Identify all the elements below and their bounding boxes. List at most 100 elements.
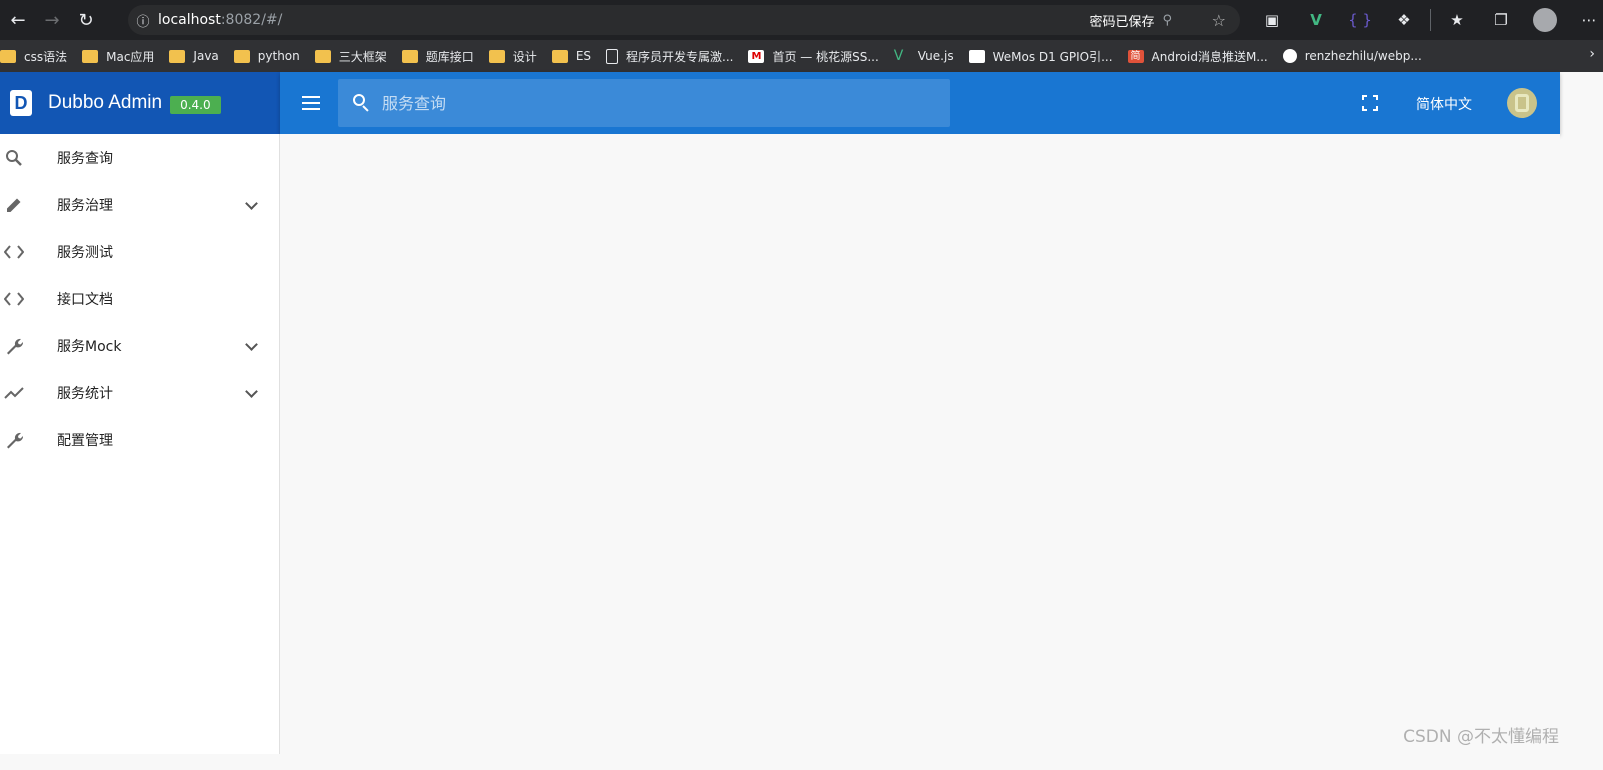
forward-icon[interactable]: → [36, 4, 68, 36]
bookmark-label: css语法 [24, 49, 68, 64]
sidebar-item-label: 接口文档 [57, 291, 113, 308]
bookmark-label: 设计 [512, 49, 537, 64]
bookmark-item[interactable]: 简 Android消息推送M... [1127, 44, 1268, 68]
search-box[interactable] [338, 79, 950, 127]
trending-icon [4, 383, 24, 403]
collections-icon[interactable]: ❐ [1479, 0, 1523, 40]
watermark: CSDN @不太懂编程 [1403, 727, 1559, 747]
bookmark-label: Vue.js [917, 49, 954, 63]
add-favorite-icon[interactable]: ☆ [1212, 11, 1226, 30]
vue-devtools-icon[interactable]: V [1294, 0, 1338, 40]
url-path: :8082/#/ [220, 12, 283, 28]
sidebar-item-service-test[interactable]: 服务测试 [0, 228, 279, 275]
bookmark-label: 题库接口 [425, 49, 474, 64]
sidebar-item-label: 服务查询 [57, 150, 113, 167]
bookmark-label: 首页 — 桃花源SS... [772, 49, 879, 64]
bookmark-label: python [257, 49, 300, 63]
chevron-down-icon[interactable] [245, 387, 257, 399]
bookmark-label: 三大框架 [338, 49, 387, 64]
bookmark-item[interactable]: WeMos D1 GPIO引... [968, 44, 1113, 68]
code-icon [4, 289, 24, 309]
chevron-right-icon[interactable]: › [1589, 46, 1595, 62]
bookmark-item[interactable]: python [233, 44, 300, 68]
sidebar-item-api-docs[interactable]: 接口文档 [0, 275, 279, 322]
extensions-bar: ▣ V { } ❖ ★ ❐ ⋯ [1250, 0, 1603, 40]
bookmark-item[interactable]: 设计 [488, 44, 537, 68]
bookmark-label: renzhezhilu/webp... [1304, 49, 1422, 63]
bookmark-label: Java [193, 49, 219, 63]
folder-icon [488, 49, 505, 63]
bookmarks-bar: css语法 Mac应用 Java python 三大框架 题库接口 设计 ES … [0, 40, 1603, 72]
address-bar[interactable]: ⓘ localhost :8082/#/ 密码已保存 ⚲ ☆ [128, 5, 1240, 35]
language-selector[interactable]: 简体中文 [1416, 94, 1472, 114]
main-content [280, 134, 1560, 754]
pencil-icon [4, 195, 24, 215]
page-icon [606, 48, 619, 64]
bookmark-item[interactable]: Mac应用 [82, 44, 154, 68]
chevron-down-icon[interactable] [245, 340, 257, 352]
fullscreen-icon[interactable] [1362, 95, 1378, 111]
bookmark-item[interactable]: 题库接口 [401, 44, 474, 68]
sidebar-item-label: 服务治理 [57, 197, 113, 214]
more-menu-icon[interactable]: ⋯ [1567, 0, 1603, 40]
extension-icon-1[interactable]: ▣ [1250, 0, 1294, 40]
sidebar-item-service-query[interactable]: 服务查询 [0, 134, 279, 181]
search-input[interactable] [382, 93, 922, 113]
folder-icon [82, 49, 99, 63]
back-icon[interactable]: ← [2, 4, 34, 36]
search-icon [4, 148, 24, 168]
folder-icon [169, 49, 186, 63]
github-icon [1282, 49, 1297, 63]
app-title: Dubbo Admin [48, 92, 163, 113]
password-saved-indicator[interactable]: 密码已保存 ⚲ [1089, 11, 1172, 30]
bookmark-label: Android消息推送M... [1151, 49, 1268, 64]
bookmark-item[interactable]: M 首页 — 桃花源SS... [748, 44, 879, 68]
bookmark-item[interactable]: Java [169, 44, 219, 68]
sidebar-item-label: 服务测试 [57, 244, 113, 261]
version-badge: 0.4.0 [170, 95, 221, 114]
wrench-icon [4, 430, 24, 450]
sidebar-item-label: 服务统计 [57, 385, 113, 402]
sidebar-item-service-governance[interactable]: 服务治理 [0, 181, 279, 228]
app-toolbar: 简体中文 [280, 72, 1560, 134]
folder-icon [314, 49, 331, 63]
hamburger-menu-icon[interactable] [302, 91, 326, 115]
dubbo-logo-icon: D [10, 90, 32, 116]
vue-icon: V [893, 47, 904, 64]
bookmark-label: Mac应用 [106, 49, 155, 64]
folder-icon [233, 49, 250, 63]
user-avatar[interactable] [1507, 88, 1537, 118]
favorites-icon[interactable]: ★ [1435, 0, 1479, 40]
json-extension-icon[interactable]: { } [1338, 0, 1382, 40]
code-icon [4, 242, 24, 262]
bookmark-item[interactable]: V Vue.js [894, 44, 954, 68]
sidebar-item-label: 服务Mock [57, 338, 122, 355]
profile-avatar[interactable] [1523, 0, 1567, 40]
url-host: localhost [158, 12, 221, 28]
site-icon: M [748, 49, 765, 63]
bookmark-item[interactable]: ES [551, 44, 592, 68]
sidebar-item-config-management[interactable]: 配置管理 [0, 416, 279, 463]
extensions-icon[interactable]: ❖ [1382, 0, 1426, 40]
info-icon[interactable]: ⓘ [128, 11, 158, 30]
password-saved-label: 密码已保存 [1089, 14, 1155, 30]
toolbar-divider [1430, 9, 1431, 31]
jianshu-icon: 简 [1127, 49, 1144, 63]
app-brand: D Dubbo Admin 0.4.0 [0, 72, 280, 134]
reload-icon[interactable]: ↻ [70, 4, 102, 36]
chevron-down-icon[interactable] [245, 199, 257, 211]
bookmark-item[interactable]: css语法 [0, 44, 67, 68]
bookmark-label: ES [575, 49, 592, 63]
bookmark-item[interactable]: 程序员开发专属激... [606, 44, 733, 68]
folder-icon [0, 49, 16, 63]
sidebar-item-service-mock[interactable]: 服务Mock [0, 322, 279, 369]
site-icon [968, 49, 985, 63]
bookmark-label: 程序员开发专属激... [626, 49, 734, 64]
bookmark-label: WeMos D1 GPIO引... [992, 49, 1113, 64]
bookmark-item[interactable]: 三大框架 [314, 44, 387, 68]
sidebar-item-service-stats[interactable]: 服务统计 [0, 369, 279, 416]
sidebar: 服务查询 服务治理 服务测试 接口文档 服务Mock 服务统计 配置管理 [0, 134, 280, 754]
bookmark-item[interactable]: renzhezhilu/webp... [1282, 44, 1422, 68]
sidebar-item-label: 配置管理 [57, 432, 113, 449]
browser-toolbar: ← → ↻ ⓘ localhost :8082/#/ 密码已保存 ⚲ ☆ ▣ V… [0, 0, 1603, 40]
